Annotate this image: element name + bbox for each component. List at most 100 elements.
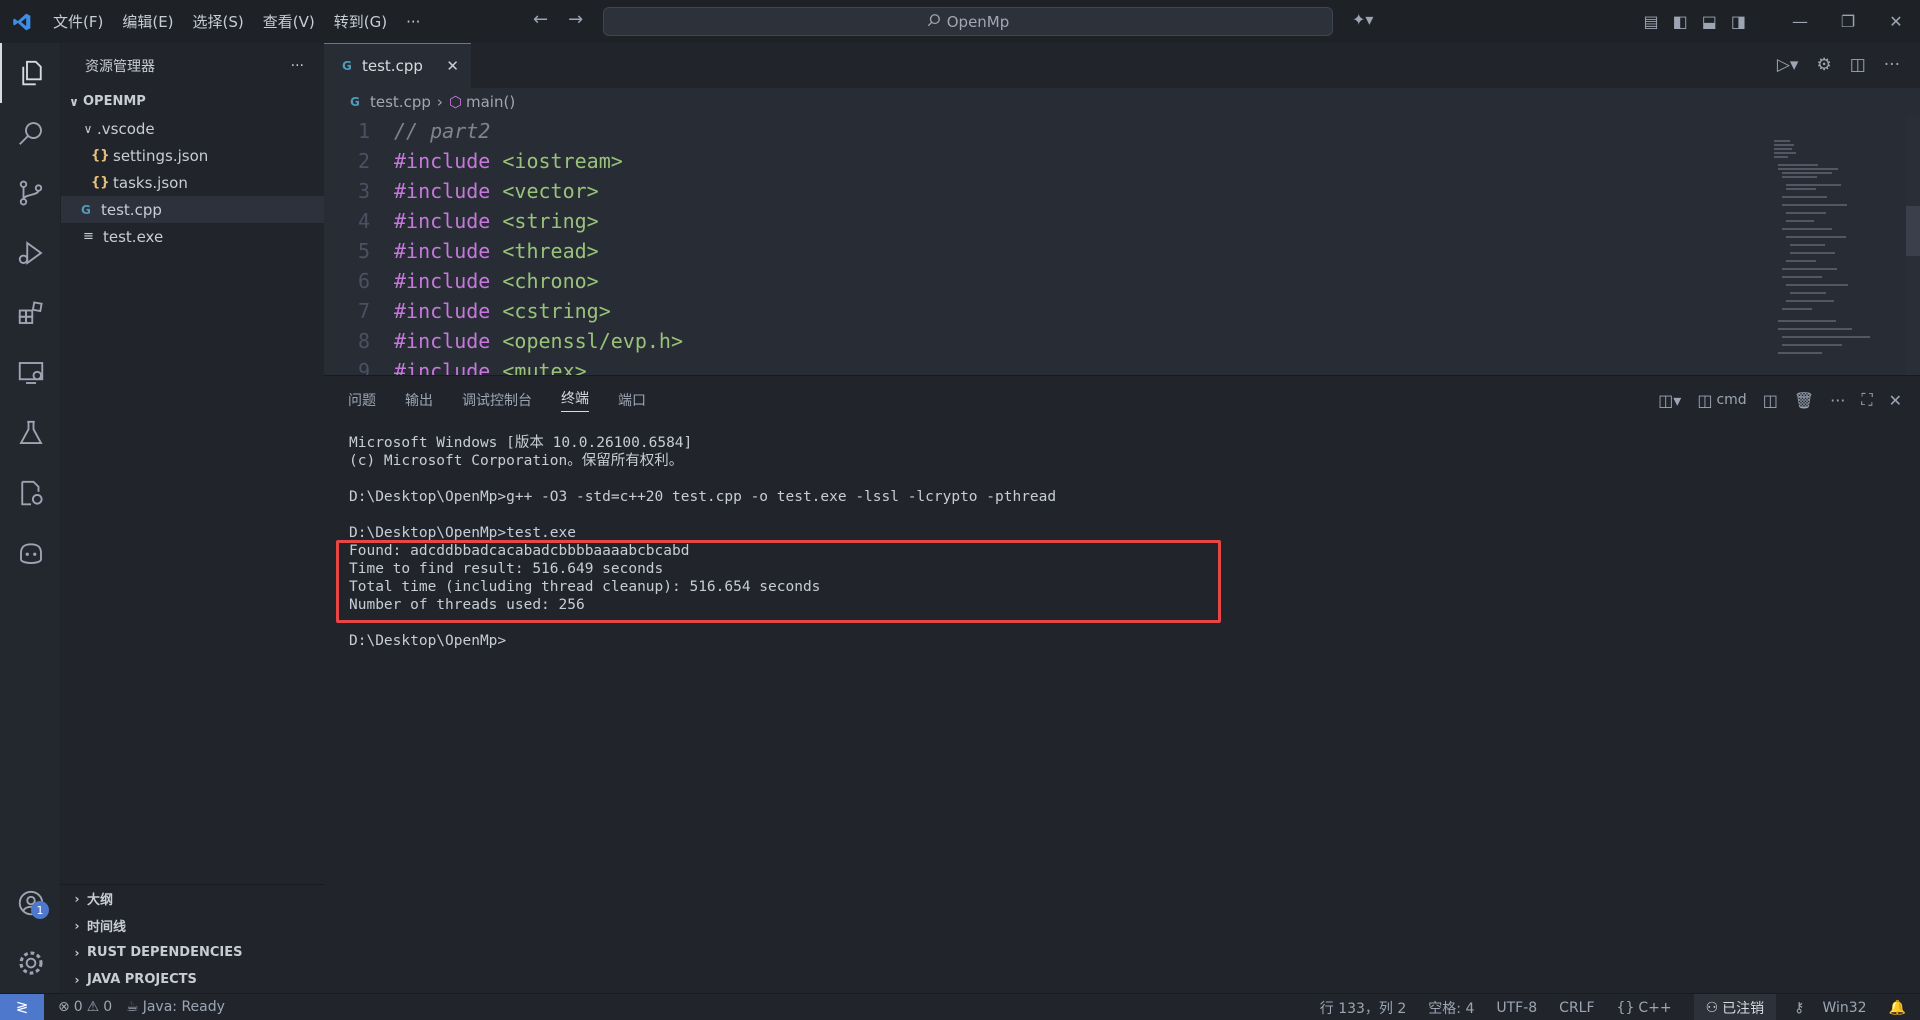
more-actions-icon[interactable]: ··· (1884, 55, 1900, 75)
code-keyword: #include (394, 359, 491, 375)
workspace-root[interactable]: ∨ OPENMP (61, 88, 324, 115)
trash-icon[interactable]: 🗑 (1794, 391, 1814, 410)
language-mode[interactable]: {} C++ (1617, 1000, 1672, 1016)
copilot-icon[interactable]: ✦▾ (1352, 10, 1373, 29)
customize-layout-icon[interactable]: ▤ (1644, 12, 1659, 31)
java-status[interactable]: ☕ Java: Ready (126, 999, 225, 1015)
maximize-panel-icon[interactable]: ⛶ (1861, 390, 1872, 410)
split-editor-icon[interactable]: ◫ (1850, 55, 1866, 75)
error-icon: ⊗ (58, 999, 70, 1015)
chevron-right-icon: › (436, 93, 443, 111)
minimize-icon[interactable]: — (1776, 12, 1824, 31)
line-number: 3 (357, 179, 370, 203)
code-include-target: <vector> (502, 179, 599, 203)
section-outline[interactable]: › 大纲 (61, 885, 324, 912)
menu-more[interactable]: ··· (406, 13, 420, 31)
cpp-file-icon: G (350, 95, 360, 109)
tree-item-test-exe[interactable]: ≡ test.exe (61, 223, 324, 250)
toggle-secondary-sidebar-icon[interactable]: ◨ (1731, 12, 1746, 31)
problems-status[interactable]: ⊗ 0 ⚠ 0 (58, 999, 112, 1015)
line-number: 1 (357, 119, 370, 143)
terminal-shell-label[interactable]: cmd (1716, 392, 1746, 408)
terminal-shell-icon[interactable]: ◫ (1697, 391, 1712, 410)
gear-icon[interactable]: ⚙ (1816, 55, 1831, 75)
extensions-icon[interactable] (0, 283, 61, 343)
chevron-right-icon: › (74, 972, 80, 987)
menu-selection[interactable]: 选择(S) (193, 11, 244, 32)
copilot-chat-icon[interactable] (0, 523, 61, 583)
tree-item-label: test.exe (103, 227, 164, 246)
close-icon[interactable]: ✕ (446, 57, 459, 75)
tree-item-tasks-json[interactable]: {} tasks.json (61, 169, 324, 196)
cursor-position[interactable]: 行 133，列 2 (1320, 998, 1407, 1018)
tab-test-cpp[interactable]: G test.cpp ✕ (324, 43, 471, 88)
more-actions-icon[interactable]: ··· (1830, 391, 1845, 410)
breadcrumb-file[interactable]: test.cpp (370, 93, 431, 111)
menu-file[interactable]: 文件(F) (53, 11, 103, 32)
key-icon[interactable]: ⚷ (1794, 1000, 1804, 1016)
close-panel-icon[interactable]: ✕ (1889, 391, 1902, 410)
explorer-icon[interactable] (0, 43, 61, 103)
line-number: 5 (357, 239, 370, 263)
warning-icon: ⚠ (86, 999, 100, 1015)
forward-arrow-icon[interactable]: → (568, 9, 583, 30)
back-arrow-icon[interactable]: ← (533, 9, 548, 30)
end-of-line[interactable]: CRLF (1559, 1000, 1594, 1016)
section-rust-dependencies[interactable]: › RUST DEPENDENCIES (61, 939, 324, 966)
tab-output[interactable]: 输出 (405, 390, 433, 410)
tree-item-test-cpp[interactable]: G test.cpp (61, 196, 324, 223)
run-debug-dropdown-icon[interactable]: ▷▾ (1777, 55, 1799, 75)
bell-icon[interactable]: 🔔 (1889, 1000, 1906, 1016)
menu-go[interactable]: 转到(G) (334, 11, 387, 32)
tree-item-settings-json[interactable]: {} settings.json (61, 142, 324, 169)
section-timeline[interactable]: › 时间线 (61, 912, 324, 939)
code-editor[interactable]: 1 // part2 2 #include <iostream> 3 #include… (324, 116, 1754, 375)
chevron-right-icon: › (74, 891, 80, 906)
section-java-projects[interactable]: › JAVA PROJECTS (61, 966, 324, 993)
toggle-panel-icon[interactable]: ⬓ (1702, 12, 1717, 31)
copilot-account-status[interactable]: ⚇ 已注销 (1693, 994, 1777, 1020)
code-line: 6 #include <chrono> (324, 266, 1754, 296)
remote-indicator-icon[interactable]: ≷ (0, 993, 44, 1020)
tab-terminal[interactable]: 终端 (561, 388, 589, 412)
tab-ports[interactable]: 端口 (618, 390, 646, 410)
line-number: 2 (357, 149, 370, 173)
chevron-down-icon: ∨ (83, 121, 93, 136)
minimap[interactable] (1772, 116, 1882, 375)
accounts-icon[interactable]: 1 (0, 873, 61, 933)
platform-config[interactable]: Win32 (1822, 1000, 1866, 1016)
close-window-icon[interactable]: ✕ (1872, 12, 1920, 31)
menu-edit[interactable]: 编辑(E) (122, 11, 173, 32)
tab-problems[interactable]: 问题 (348, 390, 376, 410)
tree-item-vscode[interactable]: ∨ .vscode (61, 115, 324, 142)
remote-explorer-icon[interactable] (0, 343, 61, 403)
editor-scrollbar[interactable] (1906, 116, 1920, 375)
menu-view[interactable]: 查看(V) (263, 11, 315, 32)
chevron-right-icon: › (74, 918, 80, 933)
split-terminal-icon[interactable]: ◫ (1763, 391, 1778, 410)
encoding[interactable]: UTF-8 (1496, 1000, 1537, 1016)
code-include-target: <cstring> (502, 299, 611, 323)
source-control-icon[interactable] (0, 163, 61, 223)
scrollbar-thumb[interactable] (1906, 206, 1920, 256)
sidebar-more-icon[interactable]: ··· (291, 58, 304, 74)
restore-icon[interactable]: ❐ (1824, 12, 1872, 31)
cmake-tools-icon[interactable] (0, 463, 61, 523)
cpp-file-icon: G (342, 59, 352, 73)
code-include-target: <chrono> (502, 269, 599, 293)
toggle-sidebar-icon[interactable]: ◧ (1673, 12, 1688, 31)
run-debug-icon[interactable] (0, 223, 61, 283)
breadcrumb-symbol[interactable]: main() (466, 93, 515, 111)
section-label: 大纲 (87, 893, 114, 908)
testing-icon[interactable] (0, 403, 61, 463)
search-view-icon[interactable] (0, 103, 61, 163)
manage-gear-icon[interactable] (0, 933, 61, 993)
status-bar: ≷ ⊗ 0 ⚠ 0 ☕ Java: Ready 行 133，列 2 空格: 4 … (0, 993, 1920, 1020)
command-center-search[interactable]: OpenMp (603, 7, 1333, 36)
code-line: 7 #include <cstring> (324, 296, 1754, 326)
new-terminal-dropdown-icon[interactable]: ◫▾ (1658, 391, 1681, 410)
tab-debug-console[interactable]: 调试控制台 (462, 390, 532, 410)
code-include-target: <mutex> (502, 359, 587, 375)
indentation[interactable]: 空格: 4 (1428, 998, 1474, 1018)
